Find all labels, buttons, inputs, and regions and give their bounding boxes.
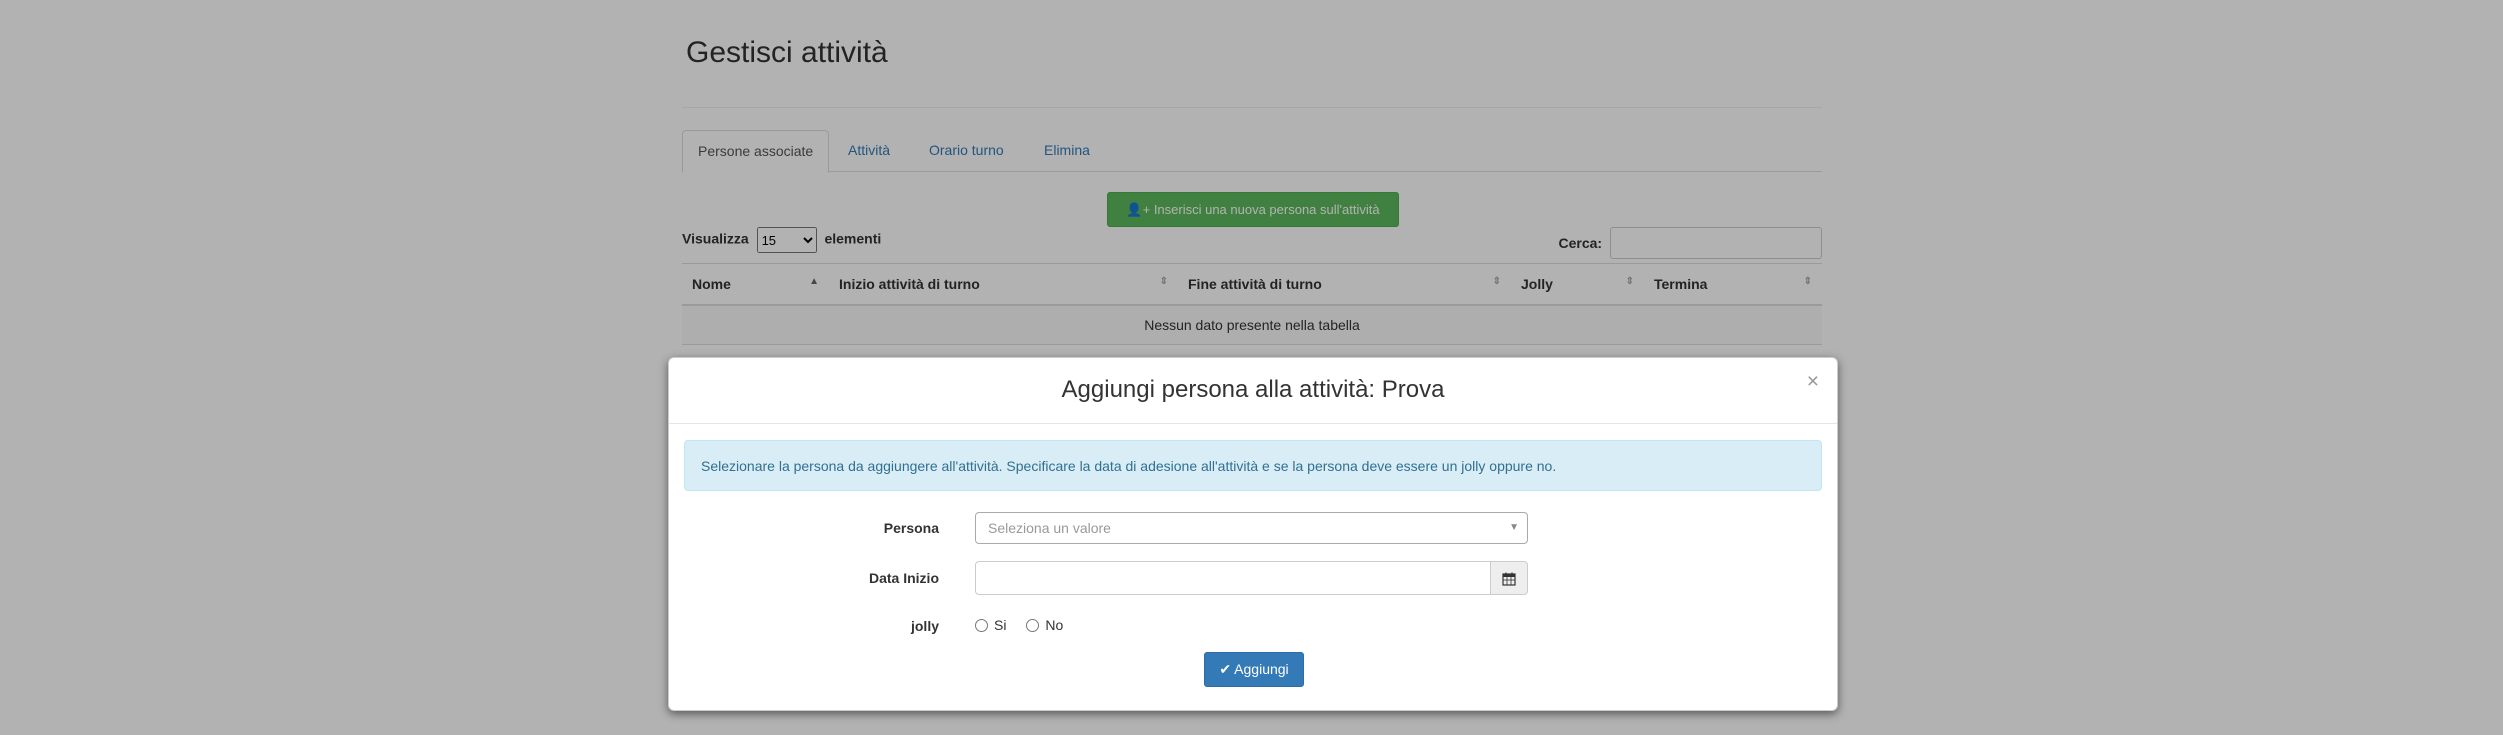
add-person-modal: Aggiungi persona alla attività: Prova × … <box>668 357 1838 711</box>
chevron-down-icon: ▼ <box>1509 522 1519 533</box>
aggiungi-button[interactable]: ✔ Aggiungi <box>1204 652 1304 687</box>
persona-placeholder: Seleziona un valore <box>988 520 1111 536</box>
calendar-icon <box>1502 572 1516 586</box>
aggiungi-label: Aggiungi <box>1234 661 1289 677</box>
info-alert: Selezionare la persona da aggiungere all… <box>684 440 1822 491</box>
modal-title: Aggiungi persona alla attività: Prova <box>1061 376 1445 403</box>
check-icon: ✔ <box>1219 661 1232 677</box>
persona-select[interactable]: Seleziona un valore ▼ <box>975 512 1528 544</box>
jolly-label: jolly <box>910 618 939 634</box>
modal-header: Aggiungi persona alla attività: Prova × <box>669 358 1837 424</box>
radio-no-label: No <box>1045 617 1064 634</box>
radio-no[interactable] <box>1026 618 1040 632</box>
data-inizio-label: Data Inizio <box>868 570 939 586</box>
persona-label: Persona <box>883 520 939 536</box>
close-icon[interactable]: × <box>1807 370 1819 394</box>
calendar-button[interactable] <box>1491 561 1528 595</box>
jolly-radio-group: Si No <box>975 616 1079 633</box>
radio-si-label: Si <box>994 617 1007 634</box>
radio-si[interactable] <box>975 618 988 632</box>
data-inizio-input[interactable] <box>975 561 1491 595</box>
